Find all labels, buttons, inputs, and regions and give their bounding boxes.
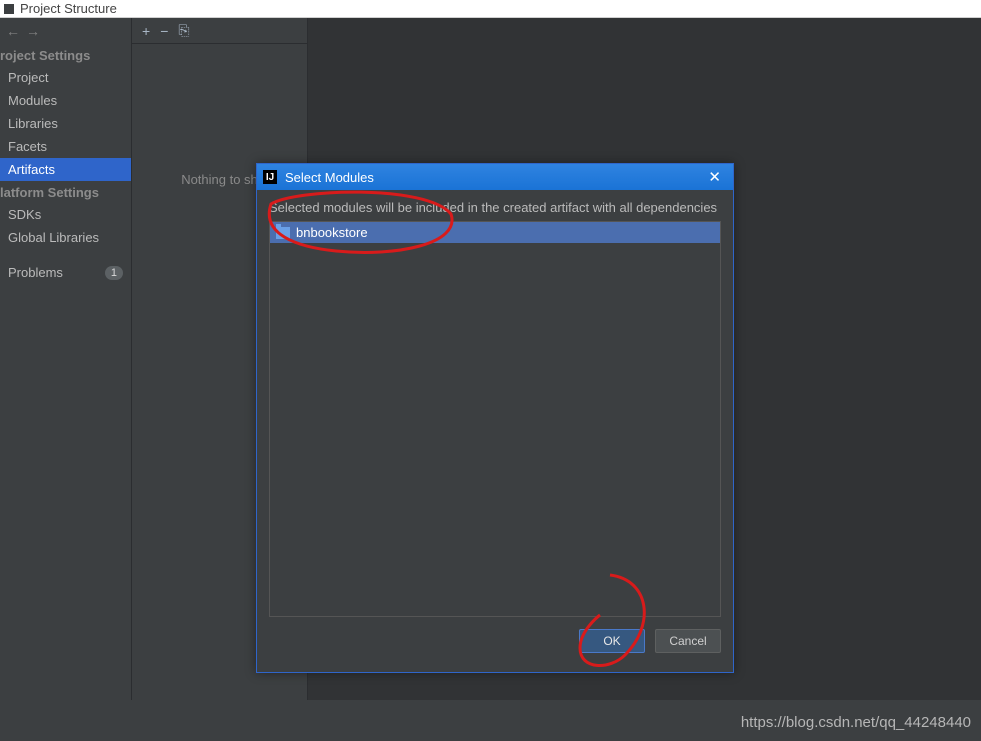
watermark-text: https://blog.csdn.net/qq_44248440	[741, 714, 971, 731]
artifacts-toolbar: + − ⎘	[132, 18, 307, 44]
dialog-buttons: OK Cancel	[257, 617, 733, 665]
section-header-project-settings: roject Settings	[0, 44, 131, 66]
module-icon	[276, 227, 290, 239]
sidebar-item-global-libraries[interactable]: Global Libraries	[0, 226, 131, 249]
close-icon[interactable]: ✕	[702, 168, 727, 186]
sidebar-item-project[interactable]: Project	[0, 66, 131, 89]
sidebar-item-sdks[interactable]: SDKs	[0, 203, 131, 226]
back-icon[interactable]: ←	[6, 23, 20, 39]
sidebar-item-problems[interactable]: Problems 1	[0, 261, 131, 284]
ok-button[interactable]: OK	[579, 629, 645, 653]
remove-icon[interactable]: −	[160, 23, 168, 39]
module-name: bnbookstore	[296, 225, 368, 240]
problems-label: Problems	[8, 265, 63, 280]
sidebar-item-modules[interactable]: Modules	[0, 89, 131, 112]
cancel-button[interactable]: Cancel	[655, 629, 721, 653]
window-titlebar: Project Structure	[0, 0, 981, 18]
sidebar-item-facets[interactable]: Facets	[0, 135, 131, 158]
section-header-platform-settings: latform Settings	[0, 181, 131, 203]
window-icon	[4, 4, 14, 14]
window-title: Project Structure	[20, 1, 117, 16]
problems-count-badge: 1	[105, 266, 123, 280]
nav-bar: ← →	[0, 18, 131, 44]
dialog-title: Select Modules	[285, 170, 374, 185]
copy-icon[interactable]: ⎘	[178, 22, 189, 39]
dialog-info-text: Selected modules will be included in the…	[269, 200, 721, 215]
dialog-icon: IJ	[263, 170, 277, 184]
dialog-body: Selected modules will be included in the…	[257, 190, 733, 617]
sidebar: ← → roject Settings Project Modules Libr…	[0, 18, 132, 700]
sidebar-item-artifacts[interactable]: Artifacts	[0, 158, 131, 181]
modules-listbox[interactable]: bnbookstore	[269, 221, 721, 617]
forward-icon[interactable]: →	[26, 23, 40, 39]
dialog-titlebar: IJ Select Modules ✕	[257, 164, 733, 190]
select-modules-dialog: IJ Select Modules ✕ Selected modules wil…	[256, 163, 734, 673]
list-item[interactable]: bnbookstore	[270, 222, 720, 243]
add-icon[interactable]: +	[142, 23, 150, 39]
sidebar-item-libraries[interactable]: Libraries	[0, 112, 131, 135]
